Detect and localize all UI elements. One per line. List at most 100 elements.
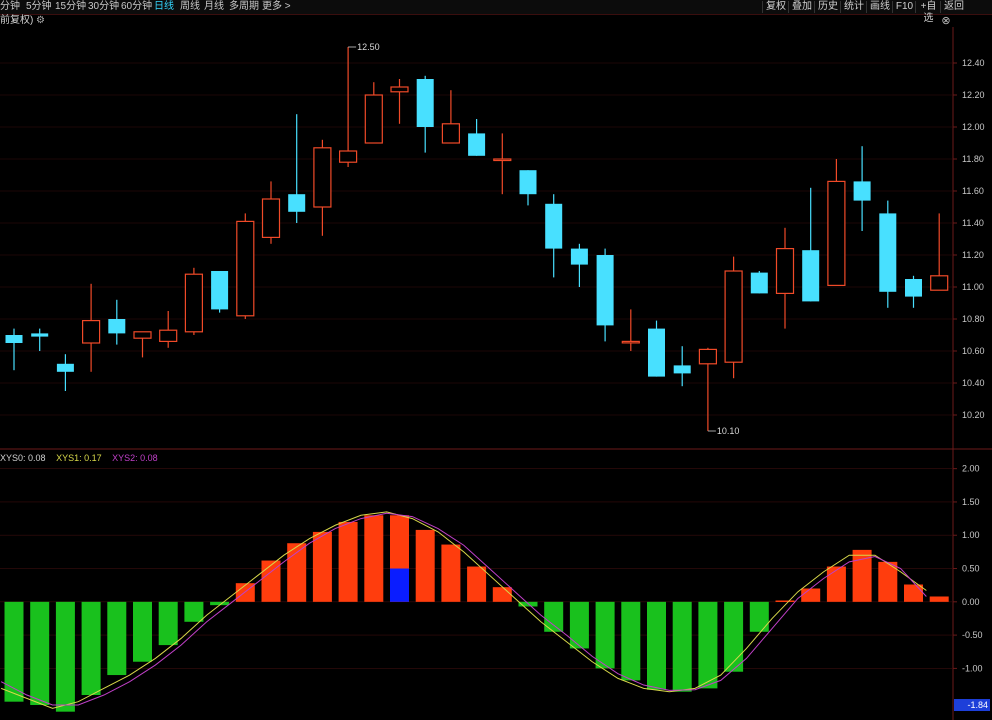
period-tab-3[interactable]: 30分钟: [88, 1, 119, 13]
price-tick-label: 11.20: [962, 250, 984, 260]
toolbar-button-1[interactable]: 叠加: [788, 1, 815, 13]
xys-bar: [698, 601, 718, 689]
period-tab-7[interactable]: 月线: [204, 1, 224, 13]
candle-up[interactable]: [133, 331, 152, 339]
candle-up[interactable]: [81, 320, 101, 344]
xys-bar: [672, 601, 692, 692]
indicator-tick-label: -0.50: [962, 630, 983, 640]
xys-bar: [749, 601, 769, 632]
period-tab-6[interactable]: 周线: [180, 1, 200, 13]
period-tab-2[interactable]: 15分钟: [55, 1, 86, 13]
candle-up[interactable]: [159, 329, 178, 343]
candle-up[interactable]: [441, 123, 460, 144]
price-annotation-label: 12.50: [357, 42, 380, 52]
indicator-legend: XYS0: 0.08 XYS1: 0.17 XYS2: 0.08: [0, 452, 166, 464]
xys-bar: [621, 601, 641, 681]
toolbar-button-7[interactable]: 返回: [940, 1, 967, 13]
xys2-label: XYS2: 0.08: [112, 453, 158, 463]
candle-up[interactable]: [364, 94, 383, 144]
period-tab-9[interactable]: 更多 >: [262, 1, 291, 13]
xys-bar: [415, 529, 435, 602]
candle-up[interactable]: [493, 158, 512, 162]
candle-down[interactable]: [56, 363, 74, 372]
xys-bar: [4, 601, 24, 702]
candle-up[interactable]: [339, 150, 358, 163]
period-tab-5[interactable]: 日线: [154, 1, 174, 13]
candle-up[interactable]: [775, 248, 795, 295]
xys-bar: [107, 601, 127, 676]
price-tick-label: 10.80: [962, 314, 985, 324]
xys-bar: [55, 601, 75, 712]
toolbar-button-6[interactable]: +自选: [915, 1, 941, 24]
candle-up[interactable]: [724, 270, 743, 363]
stock-chart[interactable]: 12.40 12.20 12.00 11.80 11.60 11.40 11.20 11.00…: [0, 27, 992, 720]
toolbar-button-2[interactable]: 历史: [814, 1, 841, 13]
xys-bar: [81, 601, 101, 696]
candle-down[interactable]: [5, 335, 23, 343]
candle-down[interactable]: [468, 133, 486, 156]
xys-bar: [338, 521, 358, 602]
candle-down[interactable]: [596, 255, 614, 326]
indicator-tick-label: -1.00: [962, 663, 983, 673]
candle-down[interactable]: [519, 170, 537, 195]
candle-down[interactable]: [31, 333, 49, 337]
xys1-label: XYS1: 0.17: [56, 453, 102, 463]
settings-gear-icon[interactable]: ⚙: [36, 16, 46, 26]
candle-down[interactable]: [905, 279, 922, 297]
xys-bar: [544, 601, 564, 632]
candle-up[interactable]: [236, 220, 255, 317]
price-tick-label: 10.40: [962, 378, 985, 388]
candle-down[interactable]: [750, 272, 768, 294]
current-value-text: -1.84: [967, 700, 988, 710]
candle-up[interactable]: [313, 147, 332, 208]
price-tick-label: 11.60: [962, 186, 984, 196]
indicator-tick-label: 1.00: [962, 530, 980, 540]
candle-down[interactable]: [879, 213, 897, 292]
xys-bar: [467, 566, 487, 602]
candle-up[interactable]: [184, 273, 203, 333]
indicator-tick-label: 2.00: [962, 464, 980, 474]
xys-bar: [595, 601, 615, 669]
candle-up[interactable]: [261, 198, 281, 239]
candle-down[interactable]: [545, 203, 563, 249]
price-tick-label: 11.40: [962, 218, 984, 228]
candle-down[interactable]: [802, 250, 820, 302]
price-annotation-label: 10.10: [717, 426, 740, 436]
toolbar-button-0[interactable]: 复权: [762, 1, 789, 13]
xys-bar: [184, 601, 204, 622]
xys-bar: [133, 601, 152, 662]
xys-bar: [904, 584, 923, 602]
price-tick-label: 11.80: [962, 154, 984, 164]
period-tab-8[interactable]: 多周期: [229, 1, 259, 13]
adjustment-label: 前复权): [0, 15, 34, 26]
candle-up[interactable]: [390, 86, 409, 93]
candle-down[interactable]: [416, 79, 434, 127]
price-tick-label: 12.40: [962, 58, 985, 68]
candle-down[interactable]: [288, 194, 306, 212]
candle-down[interactable]: [648, 328, 665, 377]
candle-up[interactable]: [930, 275, 949, 291]
toolbar-button-3[interactable]: 统计: [840, 1, 867, 13]
price-tick-label: 10.20: [962, 410, 985, 420]
candle-up[interactable]: [827, 180, 846, 286]
price-tick-label: 12.20: [962, 90, 985, 100]
close-icon[interactable]: ⊗: [940, 15, 952, 27]
period-tab-4[interactable]: 60分钟: [121, 1, 152, 13]
indicator-tick-label: 0.50: [962, 564, 980, 574]
period-tab-1[interactable]: 5分钟: [26, 1, 52, 13]
xys-bar: [235, 583, 255, 602]
xys-bar: [364, 515, 384, 602]
candle-down[interactable]: [211, 271, 229, 310]
toolbar-button-4[interactable]: 画线: [866, 1, 893, 13]
candle-up[interactable]: [698, 348, 718, 365]
xys-bar: [929, 596, 949, 602]
candle-up[interactable]: [621, 340, 640, 344]
candle-down[interactable]: [853, 181, 871, 201]
candle-down[interactable]: [108, 319, 126, 334]
toolbar-button-5[interactable]: F10: [892, 1, 916, 13]
candle-down[interactable]: [570, 248, 588, 265]
indicator-tick-label: 1.50: [962, 497, 980, 507]
candle-down[interactable]: [673, 365, 691, 374]
xys-bar: [441, 544, 461, 602]
period-tab-0[interactable]: 分钟: [0, 1, 20, 13]
